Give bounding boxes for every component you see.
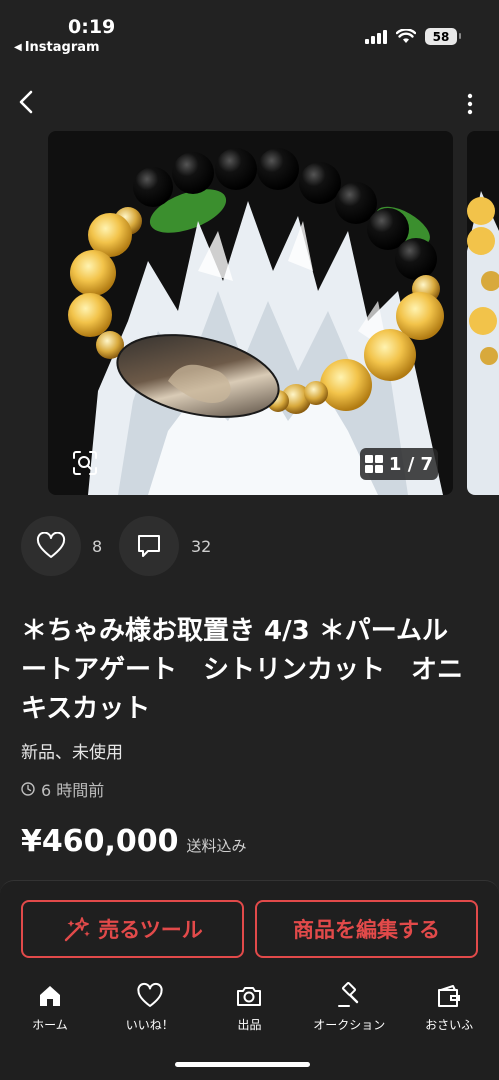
comment-bubble-icon [138,535,160,557]
more-options-icon[interactable] [465,92,475,116]
battery-level: 58 [432,29,450,44]
comment-count: 32 [191,537,212,556]
wifi-icon [396,29,416,43]
tab-wallet-label: おさいふ [425,1018,474,1032]
tab-home[interactable]: ホーム [0,978,100,1038]
tab-auction[interactable]: オークション [299,978,399,1038]
sell-tool-label: 売るツール [98,918,203,942]
bracelet-photo [48,131,453,495]
back-chevron-icon[interactable] [14,88,40,116]
image-counter-text: 1 / 7 [388,453,434,475]
status-icons: 58 [365,28,461,45]
cellular-signal-icon [365,29,387,44]
heart-icon [137,982,163,1007]
back-to-app-link[interactable]: ◀ Instagram [14,40,100,55]
bottom-tab-bar: ホーム いいね！ 出品 オークション おさいふ [0,978,499,1038]
posted-time: 6 時間前 [21,777,104,801]
camera-icon [237,987,262,1006]
posted-time-text: 6 時間前 [41,781,105,800]
image-counter[interactable]: 1 / 7 [360,448,438,480]
wallet-icon [438,985,461,1007]
heart-outline-icon [36,532,66,558]
home-indicator[interactable] [175,1062,310,1067]
status-time: 0:19 [68,16,116,38]
tab-sell-label: 出品 [237,1018,262,1032]
sell-tool-button[interactable]: 売るツール [21,900,244,958]
clock-icon [21,782,35,796]
next-product-image-peek[interactable] [467,131,499,495]
edit-item-label: 商品を編集する [293,918,440,942]
tab-likes-label: いいね！ [125,1018,174,1032]
product-title: ＊ちゃみ様お取置き 4/3 ＊パームルートアゲート シトリンカット オニキスカッ… [21,616,464,724]
home-icon [39,986,60,1006]
back-app-label: Instagram [24,40,100,55]
price-row: ¥460,000 送料込み [21,824,247,859]
comment-button[interactable] [119,516,179,576]
battery-indicator: 58 [425,28,461,45]
edit-item-button[interactable]: 商品を編集する [255,900,478,958]
shipping-note: 送料込み [186,837,247,855]
product-image[interactable] [48,131,453,495]
auction-hammer-icon [338,982,359,1007]
like-count: 8 [92,537,103,556]
item-condition: 新品、未使用 [21,743,123,763]
back-triangle-icon: ◀ [14,42,22,53]
image-search-icon[interactable] [72,450,98,476]
tab-likes[interactable]: いいね！ [100,978,200,1038]
like-button[interactable] [21,516,81,576]
status-bar: 0:19 ◀ Instagram 58 [0,0,499,62]
tab-auction-label: オークション [313,1018,386,1032]
magic-wand-icon [65,917,91,942]
tab-home-label: ホーム [32,1018,68,1032]
price: ¥460,000 [21,824,179,859]
tab-sell[interactable]: 出品 [200,978,300,1038]
grid-icon [364,455,383,473]
tab-wallet[interactable]: おさいふ [399,978,499,1038]
